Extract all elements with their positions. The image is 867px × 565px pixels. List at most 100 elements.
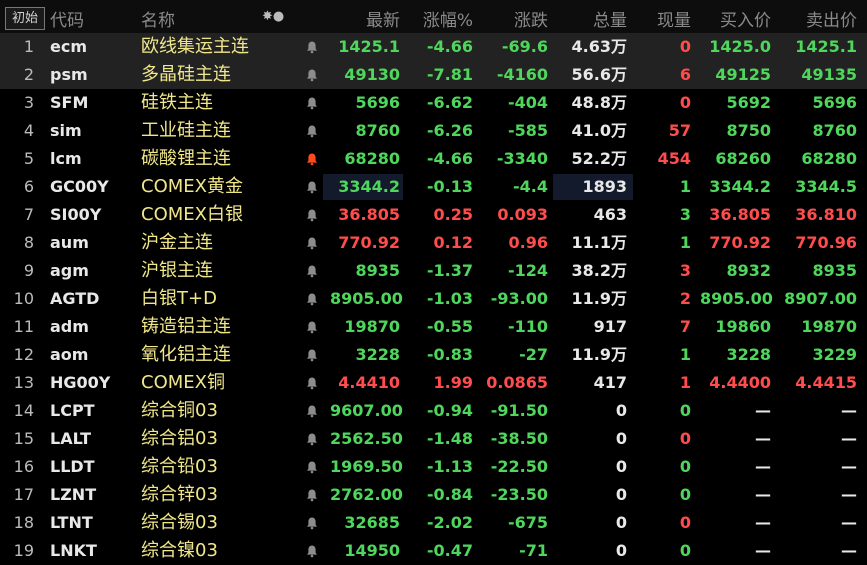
symbol-name[interactable]: 综合铝03 <box>141 428 218 450</box>
symbol-code[interactable]: agm <box>50 260 89 282</box>
symbol-code[interactable]: SFM <box>50 92 88 114</box>
column-settings-icon[interactable]: ✸● <box>262 9 284 24</box>
alert-bell-icon[interactable] <box>305 320 319 334</box>
change: -22.50 <box>490 457 548 476</box>
symbol-code[interactable]: LALT <box>50 428 91 450</box>
change-pct: 0.25 <box>433 205 473 224</box>
table-row[interactable]: 17 LZNT 综合锌03 2762.00 -0.84 -23.50 0 0 — — <box>0 481 867 509</box>
symbol-code[interactable]: ecm <box>50 36 87 58</box>
symbol-name[interactable]: 白银T+D <box>141 288 217 310</box>
change-pct: -0.13 <box>426 177 473 196</box>
symbol-name[interactable]: COMEX铜 <box>141 372 225 394</box>
alert-bell-icon[interactable] <box>305 152 319 166</box>
symbol-name[interactable]: COMEX黄金 <box>141 176 243 198</box>
symbol-name[interactable]: 欧线集运主连 <box>141 36 249 58</box>
symbol-name[interactable]: 工业硅主连 <box>141 120 231 142</box>
symbol-name[interactable]: 碳酸锂主连 <box>141 148 231 170</box>
change-pct: -6.26 <box>426 121 473 140</box>
alert-bell-icon[interactable] <box>305 264 319 278</box>
table-row[interactable]: 6 GC00Y COMEX黄金 3344.2 -0.13 -4.4 1893 1 3344.2 3… <box>0 173 867 201</box>
change: -675 <box>507 513 548 532</box>
current-volume: 6 <box>679 65 691 84</box>
change: -23.50 <box>490 485 548 504</box>
symbol-name[interactable]: 综合铅03 <box>141 456 218 478</box>
table-row[interactable]: 13 HG00Y COMEX铜 4.4410 1.99 0.0865 417 1 4.4400 4… <box>0 369 867 397</box>
table-row[interactable]: 3 SFM 硅铁主连 5696 -6.62 -404 48.8万 0 5692 5696 <box>0 89 867 117</box>
bid-price: 4.4400 <box>709 373 771 392</box>
table-row[interactable]: 1 ecm 欧线集运主连 1425.1 -4.66 -69.6 4.63万 0 1425.0 14… <box>0 33 867 61</box>
col-vol[interactable]: 总量 <box>560 6 627 31</box>
symbol-name[interactable]: 多晶硅主连 <box>141 64 231 86</box>
table-row[interactable]: 18 LTNT 综合锡03 32685 -2.02 -675 0 0 — — <box>0 509 867 537</box>
col-pct[interactable]: 涨幅% <box>400 6 473 31</box>
symbol-code[interactable]: LLDT <box>50 456 95 478</box>
symbol-code[interactable]: AGTD <box>50 288 99 310</box>
alert-bell-icon[interactable] <box>305 68 319 82</box>
ask-price: 68280 <box>801 149 857 168</box>
symbol-name[interactable]: 氧化铝主连 <box>141 344 231 366</box>
ask-price: 3344.5 <box>795 177 857 196</box>
symbol-code[interactable]: SI00Y <box>50 204 101 226</box>
alert-bell-icon[interactable] <box>305 376 319 390</box>
col-last[interactable]: 最新 <box>330 6 400 31</box>
alert-bell-icon[interactable] <box>305 432 319 446</box>
last-price: 5696 <box>355 93 400 112</box>
symbol-name[interactable]: 沪金主连 <box>141 232 213 254</box>
symbol-code[interactable]: LZNT <box>50 484 96 506</box>
col-bid[interactable]: 买入价 <box>700 6 771 31</box>
col-cur[interactable]: 现量 <box>640 6 691 31</box>
col-ask[interactable]: 卖出价 <box>780 6 857 31</box>
symbol-code[interactable]: LCPT <box>50 400 95 422</box>
symbol-code[interactable]: adm <box>50 316 89 338</box>
total-volume: 463 <box>593 205 627 224</box>
symbol-code[interactable]: aom <box>50 344 88 366</box>
symbol-code[interactable]: sim <box>50 120 82 142</box>
symbol-name[interactable]: 硅铁主连 <box>141 92 213 114</box>
table-row[interactable]: 15 LALT 综合铝03 2562.50 -1.48 -38.50 0 0 — — <box>0 425 867 453</box>
symbol-code[interactable]: aum <box>50 232 89 254</box>
alert-bell-icon[interactable] <box>305 348 319 362</box>
alert-bell-icon[interactable] <box>305 180 319 194</box>
symbol-name[interactable]: 综合锌03 <box>141 484 218 506</box>
table-row[interactable]: 9 agm 沪银主连 8935 -1.37 -124 38.2万 3 8932 8935 <box>0 257 867 285</box>
alert-bell-icon[interactable] <box>305 96 319 110</box>
table-row[interactable]: 11 adm 铸造铝主连 19870 -0.55 -110 917 7 19860 19870 <box>0 313 867 341</box>
symbol-code[interactable]: psm <box>50 64 88 86</box>
symbol-name[interactable]: 沪银主连 <box>141 260 213 282</box>
symbol-code[interactable]: GC00Y <box>50 176 109 198</box>
alert-bell-icon[interactable] <box>305 40 319 54</box>
symbol-name[interactable]: 综合锡03 <box>141 512 218 534</box>
alert-bell-icon[interactable] <box>305 544 319 558</box>
alert-bell-icon[interactable] <box>305 208 319 222</box>
init-button[interactable]: 初始 <box>5 7 45 30</box>
alert-bell-icon[interactable] <box>305 124 319 138</box>
change-pct: -6.62 <box>426 93 473 112</box>
alert-bell-icon[interactable] <box>305 516 319 530</box>
alert-bell-icon[interactable] <box>305 460 319 474</box>
symbol-code[interactable]: HG00Y <box>50 372 110 394</box>
col-code[interactable]: 代码 <box>50 6 84 31</box>
table-row[interactable]: 4 sim 工业硅主连 8760 -6.26 -585 41.0万 57 8750 8760 <box>0 117 867 145</box>
symbol-code[interactable]: LTNT <box>50 512 93 534</box>
table-row[interactable]: 19 LNKT 综合镍03 14950 -0.47 -71 0 0— — <box>0 537 867 565</box>
alert-bell-icon[interactable] <box>305 236 319 250</box>
table-row[interactable]: 8 aum 沪金主连 770.92 0.12 0.96 11.1万 1 770.92 770.96 <box>0 229 867 257</box>
symbol-name[interactable]: COMEX白银 <box>141 204 243 226</box>
table-row[interactable]: 7 SI00Y COMEX白银 36.805 0.25 0.093 463 3 36.805 36… <box>0 201 867 229</box>
table-row[interactable]: 16 LLDT 综合铅03 1969.50 -1.13 -22.50 0 0 — — <box>0 453 867 481</box>
col-name[interactable]: 名称 <box>141 6 175 31</box>
alert-bell-icon[interactable] <box>305 404 319 418</box>
total-volume: 56.6万 <box>571 65 627 84</box>
alert-bell-icon[interactable] <box>305 292 319 306</box>
col-chg[interactable]: 涨跌 <box>480 6 548 31</box>
alert-bell-icon[interactable] <box>305 488 319 502</box>
table-row[interactable]: 2 psm 多晶硅主连 49130 -7.81 -4160 56.6万 6 49125 49135 <box>0 61 867 89</box>
table-row[interactable]: 10 AGTD 白银T+D 8905.00 -1.03 -93.00 11.9万 2 8905.… <box>0 285 867 313</box>
table-row[interactable]: 14 LCPT 综合铜03 9607.00 -0.94 -91.50 0 0 — — <box>0 397 867 425</box>
table-row[interactable]: 5 lcm 碳酸锂主连 68280 -4.66 -3340 52.2万 454 68260 682… <box>0 145 867 173</box>
symbol-name[interactable]: 铸造铝主连 <box>141 316 231 338</box>
table-row[interactable]: 12 aom 氧化铝主连 3228 -0.83 -27 11.9万 1 3228 3229 <box>0 341 867 369</box>
change-pct: -7.81 <box>426 65 473 84</box>
symbol-code[interactable]: lcm <box>50 148 82 170</box>
symbol-name[interactable]: 综合铜03 <box>141 400 218 422</box>
